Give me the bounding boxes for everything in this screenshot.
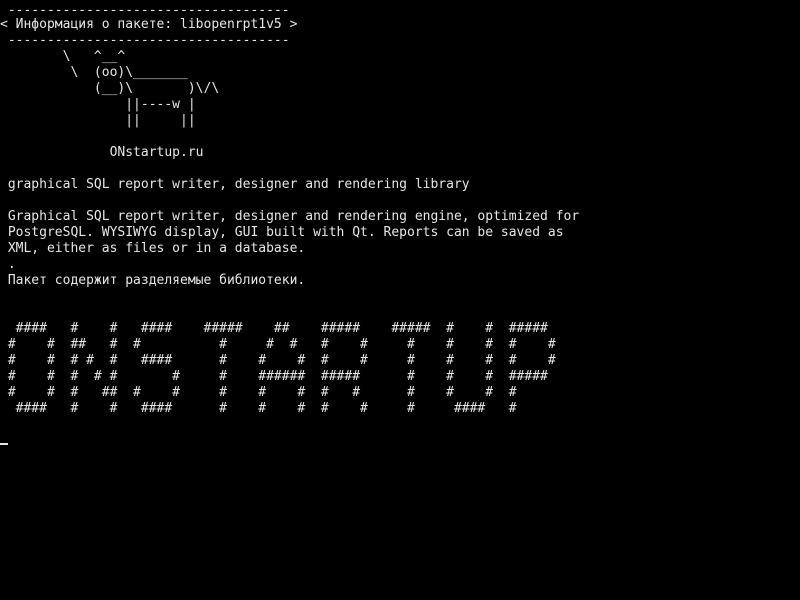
cow-ascii-line-2: \ (oo)\_______ [0, 65, 188, 80]
text-cursor [0, 443, 8, 445]
banner-line-6: #### # # #### # # # # # # #### # [0, 401, 517, 416]
package-description-line-4: Пакет содержит разделяемые библиотеки. [0, 273, 306, 288]
package-description-line-1: Graphical SQL report writer, designer an… [0, 209, 580, 224]
banner-line-3: # # # # # #### # # # # # # # # # # [0, 353, 556, 368]
package-summary: graphical SQL report writer, designer an… [0, 177, 470, 192]
package-description-separator: . [0, 257, 16, 272]
site-name: ONstartup.ru [0, 145, 204, 160]
banner-line-4: # # # # # # # ###### ##### # # # ##### [0, 369, 548, 384]
cowsay-speech-text: < Информация о пакете: libopenrpt1v5 > [0, 17, 298, 32]
cow-ascii-line-3: (__)\ )\/\ [0, 81, 220, 96]
terminal-screen[interactable]: ------------------------------------ < И… [0, 0, 800, 600]
banner-line-2: # # ## # # # # # # # # # # # # [0, 337, 556, 352]
cow-ascii-line-5: || || [0, 113, 196, 128]
cow-ascii-line-4: ||----w | [0, 97, 196, 112]
banner-line-5: # # # ## # # # # # # # # # # # [0, 385, 517, 400]
package-description-line-2: PostgreSQL. WYSIWYG display, GUI built w… [0, 225, 564, 240]
cowsay-border-bottom: ------------------------------------ [0, 33, 290, 48]
cow-ascii-line-1: \ ^__^ [0, 49, 126, 64]
package-description-line-3: XML, either as files or in a database. [0, 241, 306, 256]
banner-line-1: #### # # #### ##### ## ##### ##### # # #… [0, 321, 548, 336]
